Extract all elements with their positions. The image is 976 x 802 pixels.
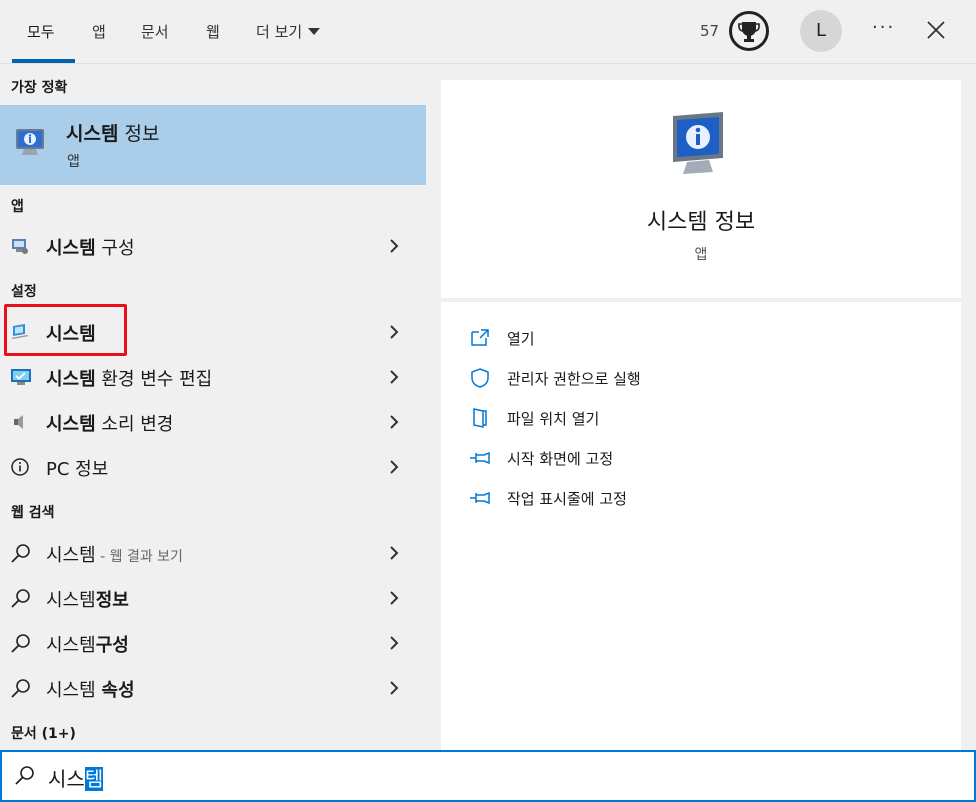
setting-result-label: 시스템 환경 변수 편집 — [46, 369, 213, 390]
selected-text: 템 — [84, 767, 104, 791]
chevron-right-icon[interactable] — [388, 238, 400, 254]
web-result-label: 시스템 - 웹 결과 보기 — [46, 545, 183, 566]
chevron-right-icon[interactable] — [388, 635, 400, 651]
pin-icon — [469, 448, 491, 468]
pin-icon — [469, 488, 491, 508]
action-label: 작업 표시줄에 고정 — [507, 490, 627, 508]
action-label: 파일 위치 열기 — [507, 410, 600, 428]
setting-result-pc-info[interactable]: PC 정보 — [0, 445, 426, 489]
web-result-label: 시스템정보 — [46, 590, 129, 611]
search-box[interactable]: 시스템 — [0, 750, 976, 802]
setting-result-system[interactable]: 시스템 — [0, 310, 426, 354]
trophy-icon[interactable] — [729, 11, 769, 51]
shield-icon — [469, 368, 491, 388]
tab-web[interactable]: 웹 — [206, 0, 220, 64]
action-list: 열기 관리자 권한으로 실행 파일 위치 열기 시작 화면에 고정 작업 표시줄… — [441, 302, 961, 750]
search-icon — [10, 588, 32, 608]
app-result-label: 시스템 구성 — [46, 238, 135, 259]
system-info-icon — [665, 110, 731, 180]
best-match-subtitle: 앱 — [67, 154, 80, 170]
web-result[interactable]: 시스템구성 — [0, 621, 426, 665]
tab-more-label: 더 보기 — [256, 23, 303, 41]
close-icon[interactable] — [924, 18, 948, 42]
search-filter-bar: 모두 앱 문서 웹 더 보기 57 L ··· — [0, 0, 976, 64]
web-result[interactable]: 시스템 속성 — [0, 666, 426, 710]
chevron-right-icon[interactable] — [388, 545, 400, 561]
web-result[interactable]: 시스템정보 — [0, 576, 426, 620]
action-label: 열기 — [507, 330, 535, 348]
chevron-right-icon[interactable] — [388, 414, 400, 430]
app-result-system-config[interactable]: 시스템 구성 — [0, 224, 426, 268]
action-pin-to-start[interactable]: 시작 화면에 고정 — [469, 444, 929, 472]
monitor-check-icon — [10, 367, 32, 387]
action-run-as-admin[interactable]: 관리자 권한으로 실행 — [469, 364, 929, 392]
chevron-right-icon[interactable] — [388, 680, 400, 696]
rewards-points: 57 — [700, 22, 720, 40]
file-location-icon — [469, 408, 491, 428]
web-result-label: 시스템 속성 — [46, 680, 135, 701]
search-input[interactable]: 시스템 — [48, 763, 104, 792]
avatar[interactable]: L — [800, 10, 842, 52]
active-tab-indicator — [12, 59, 75, 63]
setting-result-label: 시스템 소리 변경 — [46, 414, 174, 435]
open-icon — [469, 328, 491, 348]
laptop-icon — [10, 322, 32, 342]
section-best-match: 가장 정확 — [11, 80, 68, 96]
tab-more[interactable]: 더 보기 — [256, 0, 321, 64]
system-config-icon — [10, 236, 32, 256]
section-documents: 문서 (1+) — [11, 726, 76, 742]
web-result[interactable]: 시스템 - 웹 결과 보기 — [0, 531, 426, 575]
action-label: 관리자 권한으로 실행 — [507, 370, 641, 388]
tab-documents[interactable]: 문서 — [141, 0, 169, 64]
best-match-item[interactable]: 시스템 정보 앱 — [0, 105, 426, 185]
detail-subtitle: 앱 — [694, 247, 708, 263]
results-panel: 가장 정확 시스템 정보 앱 앱 시스템 구성 설정 시스템 시스템 환경 변수… — [0, 65, 441, 750]
setting-result-env-vars[interactable]: 시스템 환경 변수 편집 — [0, 355, 426, 399]
search-icon — [10, 633, 32, 653]
setting-result-label: PC 정보 — [46, 459, 109, 480]
system-info-icon — [14, 125, 48, 159]
chevron-down-icon — [308, 28, 321, 35]
search-icon — [14, 765, 36, 787]
action-open[interactable]: 열기 — [469, 324, 929, 352]
chevron-right-icon[interactable] — [388, 324, 400, 340]
search-icon — [10, 543, 32, 563]
best-match-title: 시스템 정보 — [66, 123, 160, 145]
setting-result-label: 시스템 — [46, 324, 96, 345]
more-options-icon[interactable]: ··· — [872, 17, 895, 38]
action-label: 시작 화면에 고정 — [507, 450, 614, 468]
info-icon — [10, 457, 32, 477]
chevron-right-icon[interactable] — [388, 590, 400, 606]
chevron-right-icon[interactable] — [388, 459, 400, 475]
action-pin-to-taskbar[interactable]: 작업 표시줄에 고정 — [469, 484, 929, 512]
speaker-icon — [10, 412, 32, 432]
detail-header: 시스템 정보 앱 — [441, 80, 961, 298]
section-web-search: 웹 검색 — [11, 505, 55, 521]
tab-all[interactable]: 모두 — [27, 0, 55, 64]
section-settings: 설정 — [11, 284, 37, 300]
search-icon — [10, 678, 32, 698]
tab-apps[interactable]: 앱 — [92, 0, 106, 64]
web-result-label: 시스템구성 — [46, 635, 129, 656]
action-open-file-location[interactable]: 파일 위치 열기 — [469, 404, 929, 432]
section-apps: 앱 — [11, 199, 24, 215]
setting-result-sound[interactable]: 시스템 소리 변경 — [0, 400, 426, 444]
detail-title: 시스템 정보 — [646, 210, 756, 235]
chevron-right-icon[interactable] — [388, 369, 400, 385]
